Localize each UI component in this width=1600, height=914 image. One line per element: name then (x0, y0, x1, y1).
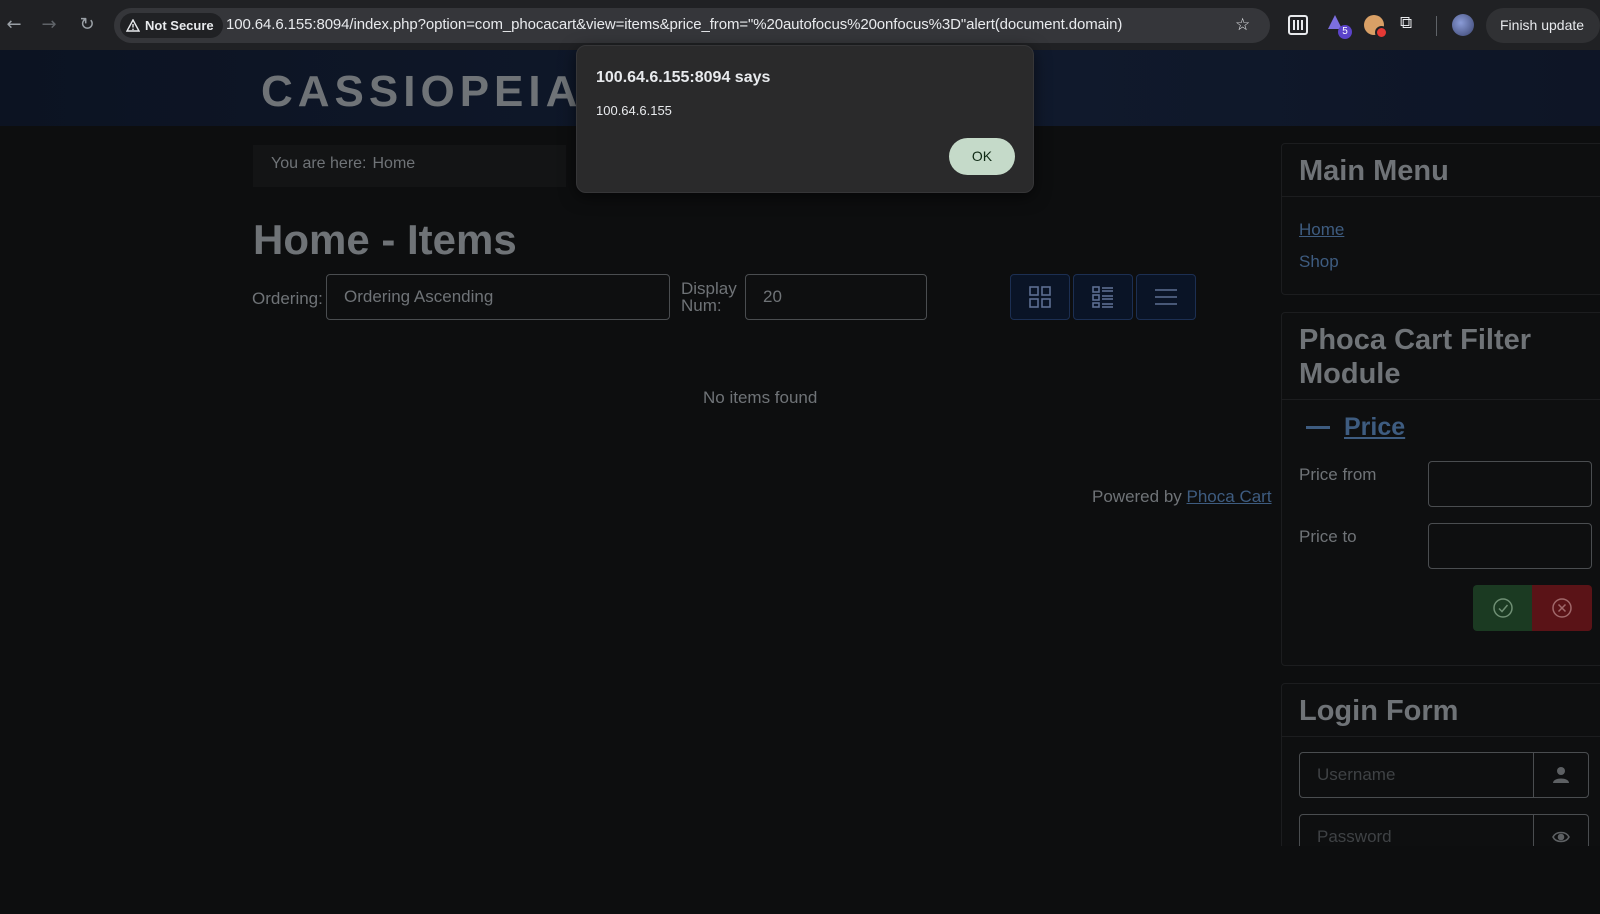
address-bar[interactable]: Not Secure 100.64.6.155:8094/index.php?o… (114, 8, 1270, 43)
price-to-input[interactable] (1428, 523, 1592, 569)
display-num-select[interactable]: 20 (745, 274, 927, 320)
back-icon[interactable]: ← (3, 14, 25, 36)
gridlist-view-button[interactable] (1073, 274, 1133, 320)
empty-message: No items found (703, 388, 818, 407)
grid-view-button[interactable] (1010, 274, 1070, 320)
reload-icon[interactable]: ↻ (76, 14, 98, 36)
check-circle-icon (1493, 598, 1513, 618)
profile-avatar[interactable] (1452, 14, 1474, 36)
login-title: Login Form (1282, 684, 1600, 738)
filter-title-line1: Phoca Cart Filter (1299, 324, 1532, 356)
close-circle-icon (1552, 598, 1572, 618)
username-input[interactable]: Username (1299, 752, 1534, 798)
display-label-line1: Display (681, 279, 737, 298)
price-toggle-link[interactable]: Price (1344, 413, 1405, 442)
main-menu-title: Main Menu (1282, 144, 1600, 198)
breadcrumb-prefix: You are here: (271, 155, 367, 172)
user-icon (1533, 752, 1589, 798)
main-menu-module: Main Menu Home Shop (1281, 143, 1600, 295)
price-from-label: Price from (1299, 465, 1377, 484)
security-chip[interactable]: Not Secure (120, 13, 223, 38)
filter-title: Phoca Cart Filter Module (1282, 313, 1600, 401)
price-heading[interactable]: Price (1306, 413, 1405, 442)
security-label: Not Secure (145, 18, 214, 33)
menu-item-home[interactable]: Home (1299, 220, 1344, 240)
url-text[interactable]: 100.64.6.155:8094/index.php?option=com_p… (226, 16, 1122, 33)
finish-update-button[interactable]: Finish update (1486, 8, 1600, 43)
powered-by: Powered by Phoca Cart (1092, 487, 1272, 507)
list-view-button[interactable] (1136, 274, 1196, 320)
ordering-label: Ordering: (252, 289, 323, 308)
dialog-message: 100.64.6.155 (596, 103, 672, 118)
qr-code-extension-icon[interactable] (1288, 15, 1308, 35)
filter-title-line2: Module (1299, 358, 1401, 391)
bookmark-star-icon[interactable]: ☆ (1235, 15, 1250, 35)
viewport-bottom (0, 846, 1600, 914)
display-num-label: Display Num: (681, 280, 737, 314)
list-detail-icon (1092, 286, 1113, 308)
site-brand[interactable]: CASSIOPEIA (261, 67, 582, 117)
extension-icon[interactable]: 5 (1326, 15, 1352, 39)
phoca-cart-link[interactable]: Phoca Cart (1187, 487, 1272, 506)
ordering-select[interactable]: Ordering Ascending (326, 274, 670, 320)
extension-badge: 5 (1338, 25, 1352, 39)
browser-toolbar: ← → ↻ Not Secure 100.64.6.155:8094/index… (0, 0, 1600, 50)
dialog-ok-button[interactable]: OK (949, 138, 1015, 175)
price-to-label: Price to (1299, 527, 1357, 546)
powered-prefix: Powered by (1092, 487, 1182, 506)
forward-icon[interactable]: → (38, 14, 60, 36)
apply-filter-button[interactable] (1473, 585, 1533, 631)
breadcrumb-home[interactable]: Home (372, 155, 415, 172)
warning-icon (126, 19, 140, 32)
page-title: Home - Items (253, 216, 517, 263)
alert-dialog: 100.64.6.155:8094 says 100.64.6.155 OK (576, 45, 1034, 193)
clear-filter-button[interactable] (1532, 585, 1592, 631)
breadcrumb: You are here: Home (253, 145, 566, 187)
cookie-extension-icon[interactable] (1364, 15, 1388, 39)
display-label-line2: Num: (681, 296, 722, 315)
list-icon (1155, 289, 1177, 305)
collapse-dash-icon (1306, 426, 1330, 429)
dialog-title: 100.64.6.155:8094 says (596, 69, 771, 86)
filter-module: Phoca Cart Filter Module Price Price fro… (1281, 312, 1600, 666)
extensions-puzzle-icon[interactable]: ⧉ (1400, 13, 1420, 33)
grid-icon (1029, 286, 1051, 308)
price-from-input[interactable] (1428, 461, 1592, 507)
toolbar-divider (1436, 16, 1437, 36)
menu-item-shop[interactable]: Shop (1299, 252, 1339, 272)
